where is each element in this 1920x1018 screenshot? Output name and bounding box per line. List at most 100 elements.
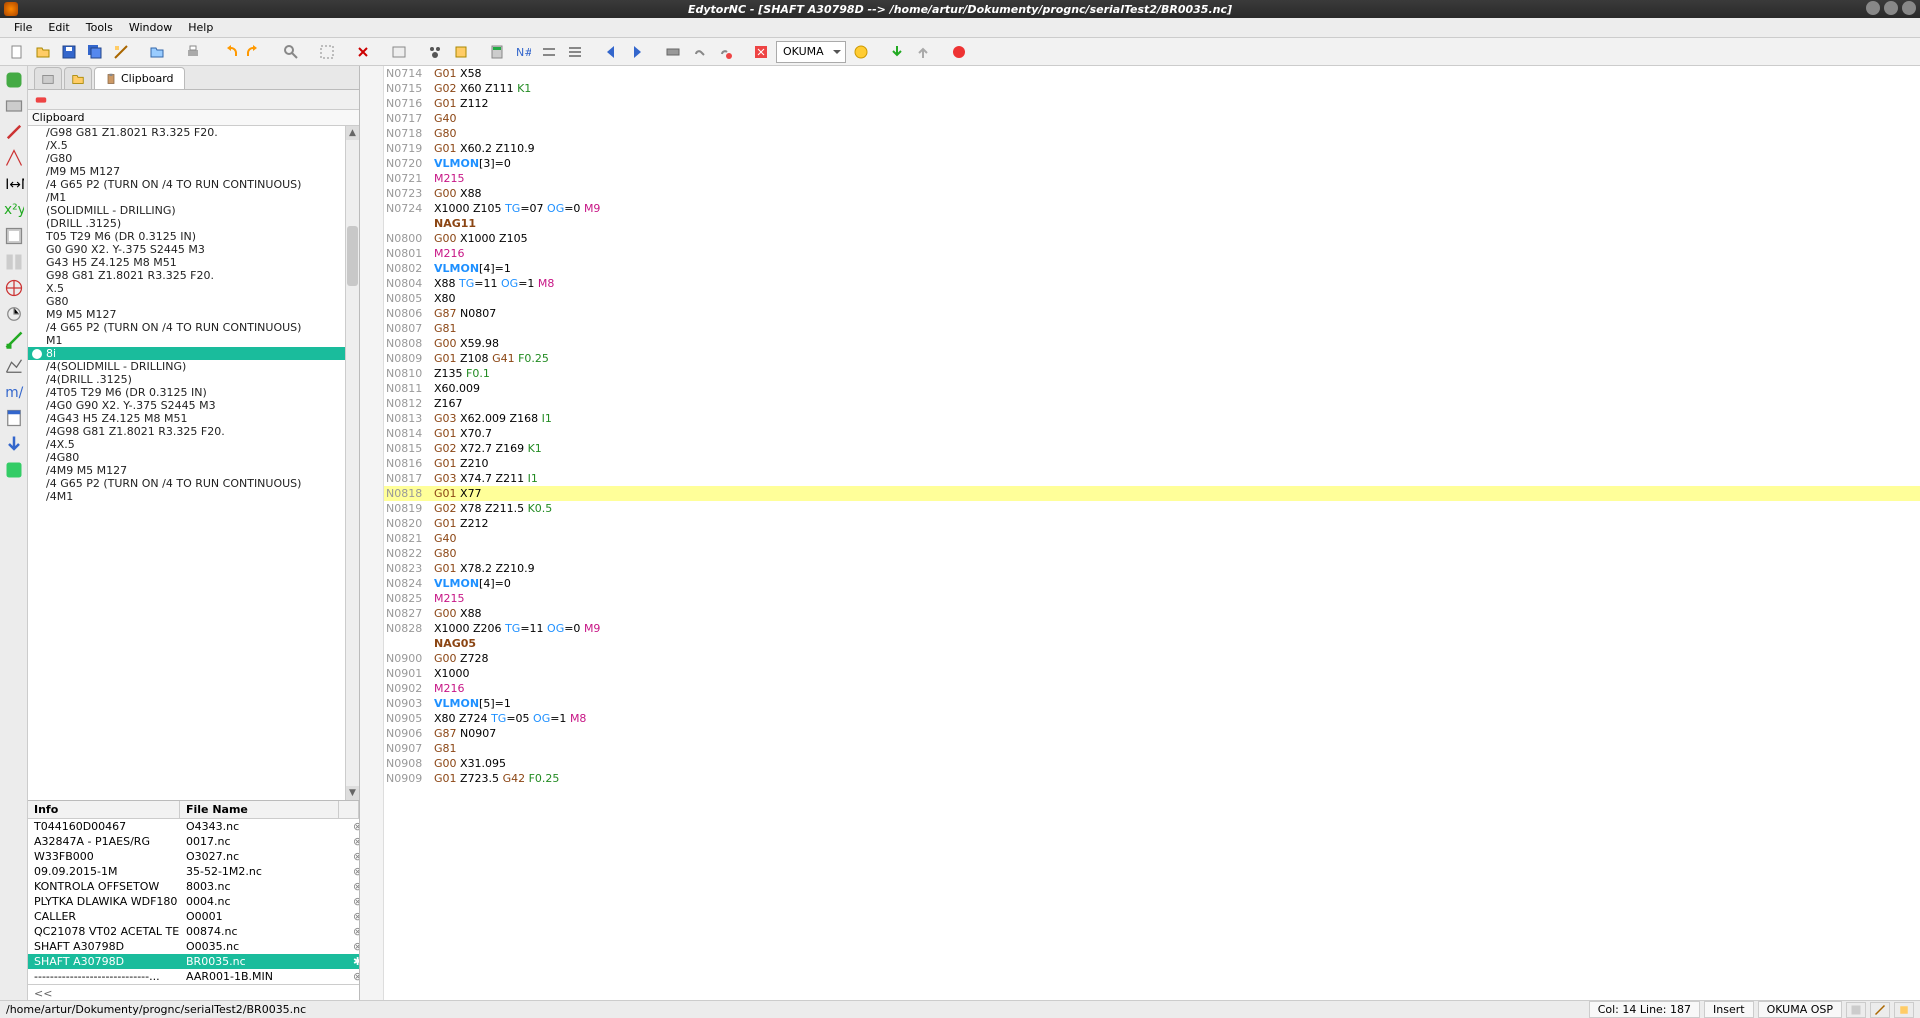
code-line[interactable]: N0723 G00 X88 (360, 186, 1920, 201)
tab-files[interactable] (34, 67, 62, 89)
status-icon-1[interactable] (1846, 1002, 1866, 1018)
code-line[interactable]: N0810 Z135 F0.1 (360, 366, 1920, 381)
code-line[interactable]: N0716 G01 Z112 (360, 96, 1920, 111)
code-line[interactable]: N0717 G40 (360, 111, 1920, 126)
menu-help[interactable]: Help (180, 19, 221, 36)
code-line[interactable]: N0824 VLMON[4]=0 (360, 576, 1920, 591)
maximize-button[interactable] (1884, 1, 1898, 15)
clip-line[interactable]: /4G43 H5 Z4.125 M8 M51 (28, 412, 345, 425)
clip-line[interactable]: X.5 (28, 282, 345, 295)
code-line[interactable]: N0808 G00 X59.98 (360, 336, 1920, 351)
calc-icon[interactable] (486, 41, 508, 63)
toolbox-icon-9[interactable] (4, 278, 24, 298)
code-line[interactable]: N0908 G00 X31.095 (360, 756, 1920, 771)
code-line[interactable]: N0724 X1000 Z105 TG=07 OG=0 M9 (360, 201, 1920, 216)
clip-line[interactable]: (DRILL .3125) (28, 217, 345, 230)
code-line[interactable]: N0802 VLMON[4]=1 (360, 261, 1920, 276)
find-icon[interactable] (280, 41, 302, 63)
save-icon[interactable] (58, 41, 80, 63)
code-line[interactable]: N0906 G87 N0907 (360, 726, 1920, 741)
insert-spaces-icon[interactable] (564, 41, 586, 63)
table-row[interactable]: -----------------------------...AAR001-1… (28, 969, 359, 984)
code-line[interactable]: N0820 G01 Z212 (360, 516, 1920, 531)
clip-line[interactable]: /4G80 (28, 451, 345, 464)
clip-line[interactable]: G0 G90 X2. Y-.375 S2445 M3 (28, 243, 345, 256)
clip-line[interactable]: /4 G65 P2 (TURN ON /4 TO RUN CONTINUOUS) (28, 321, 345, 334)
toolbox-icon-4[interactable] (4, 148, 24, 168)
code-line[interactable]: N0719 G01 X60.2 Z110.9 (360, 141, 1920, 156)
delete-icon[interactable] (352, 41, 374, 63)
clip-line[interactable]: /M9 M5 M127 (28, 165, 345, 178)
code-line[interactable]: N0900 G00 Z728 (360, 651, 1920, 666)
table-row[interactable]: PLYTKA DLAWIKA WDF180 ...0004.nc⊗ (28, 894, 359, 909)
code-line[interactable]: N0817 G03 X74.7 Z211 I1 (360, 471, 1920, 486)
clip-line[interactable]: /X.5 (28, 139, 345, 152)
clip-line[interactable]: /4(SOLIDMILL - DRILLING) (28, 360, 345, 373)
code-line[interactable]: N0800 G00 X1000 Z105 (360, 231, 1920, 246)
nav-back-icon[interactable] (600, 41, 622, 63)
clip-line[interactable]: /4 G65 P2 (TURN ON /4 TO RUN CONTINUOUS) (28, 178, 345, 191)
table-row[interactable]: SHAFT A30798DO0035.nc⊗ (28, 939, 359, 954)
table-row[interactable]: 09.09.2015-1M35-52-1M2.nc⊗ (28, 864, 359, 879)
menu-tools[interactable]: Tools (78, 19, 121, 36)
print-icon[interactable] (182, 41, 204, 63)
clip-line[interactable]: /4(DRILL .3125) (28, 373, 345, 386)
code-line[interactable]: N0827 G00 X88 (360, 606, 1920, 621)
new-file-icon[interactable] (6, 41, 28, 63)
code-line[interactable]: N0901 X1000 (360, 666, 1920, 681)
menu-edit[interactable]: Edit (40, 19, 77, 36)
code-line[interactable]: N0714 G01 X58 (360, 66, 1920, 81)
plugin-icon[interactable] (450, 41, 472, 63)
toolbox-icon-10[interactable] (4, 304, 24, 324)
nav-forward-icon[interactable] (626, 41, 648, 63)
code-line[interactable]: N0813 G03 X62.009 Z168 I1 (360, 411, 1920, 426)
code-line[interactable]: N0821 G40 (360, 531, 1920, 546)
open-example-icon[interactable] (146, 41, 168, 63)
attach-icon[interactable] (688, 41, 710, 63)
clip-line[interactable]: T05 T29 M6 (DR 0.3125 IN) (28, 230, 345, 243)
code-line[interactable]: N0815 G02 X72.7 Z169 K1 (360, 441, 1920, 456)
code-line[interactable]: N0823 G01 X78.2 Z210.9 (360, 561, 1920, 576)
serial-port-icon[interactable] (662, 41, 684, 63)
toolbox-icon-12[interactable] (4, 356, 24, 376)
table-row[interactable]: T044160D00467O4343.nc⊗ (28, 819, 359, 834)
stop-icon[interactable] (948, 41, 970, 63)
clip-line[interactable]: /4M9 M5 M127 (28, 464, 345, 477)
download-icon[interactable] (886, 41, 908, 63)
table-row[interactable]: CALLERO0001⊗ (28, 909, 359, 924)
toolbox-icon-8[interactable] (4, 252, 24, 272)
code-line[interactable]: N0806 G87 N0807 (360, 306, 1920, 321)
close-button[interactable] (1902, 1, 1916, 15)
code-line[interactable]: NAG05 (360, 636, 1920, 651)
table-row[interactable]: KONTROLA OFFSETOW8003.nc⊗ (28, 879, 359, 894)
remove-empty-icon[interactable] (538, 41, 560, 63)
code-line[interactable]: N0907 G81 (360, 741, 1920, 756)
code-line[interactable]: N0718 G80 (360, 126, 1920, 141)
toolbox-icon-7[interactable] (4, 226, 24, 246)
tab-clipboard[interactable]: Clipboard (94, 67, 185, 89)
clip-line[interactable]: /4M1 (28, 490, 345, 503)
code-line[interactable]: N0903 VLMON[5]=1 (360, 696, 1920, 711)
toolbox-icon-13[interactable]: m/ (4, 382, 24, 402)
open-file-icon[interactable] (32, 41, 54, 63)
menu-window[interactable]: Window (121, 19, 180, 36)
table-row[interactable]: A32847A - P1AES/RG0017.nc⊗ (28, 834, 359, 849)
macro-icon[interactable] (750, 41, 772, 63)
delete-clip-icon[interactable] (34, 93, 48, 107)
code-line[interactable]: N0805 X80 (360, 291, 1920, 306)
block-select-icon[interactable] (316, 41, 338, 63)
attach-remove-icon[interactable] (714, 41, 736, 63)
renumber-icon[interactable]: N# (512, 41, 534, 63)
clip-line[interactable]: (SOLIDMILL - DRILLING) (28, 204, 345, 217)
code-editor[interactable]: N0714 G01 X58N0715 G02 X60 Z111 K1N0716 … (360, 66, 1920, 1000)
scroll-down-icon[interactable]: ▼ (346, 786, 359, 800)
highlight-combo[interactable]: OKUMA (776, 41, 846, 63)
readonly-icon[interactable] (388, 41, 410, 63)
col-file-header[interactable]: File Name (180, 801, 339, 818)
code-line[interactable]: N0828 X1000 Z206 TG=11 OG=0 M9 (360, 621, 1920, 636)
clipboard-scrollbar[interactable]: ▲ ▼ (345, 126, 359, 800)
code-line[interactable]: N0822 G80 (360, 546, 1920, 561)
code-line[interactable]: N0902 M216 (360, 681, 1920, 696)
code-line[interactable]: N0804 X88 TG=11 OG=1 M8 (360, 276, 1920, 291)
toolbox-icon-1[interactable] (4, 70, 24, 90)
